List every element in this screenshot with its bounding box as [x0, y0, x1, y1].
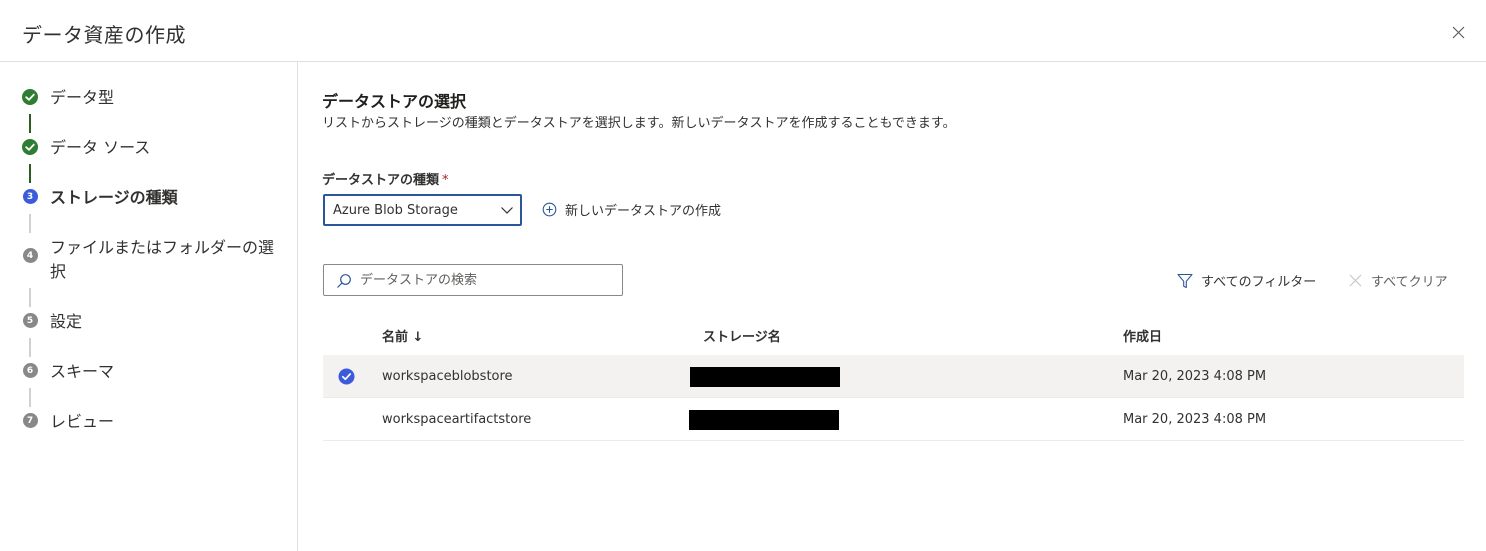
main-content: データストアの選択 リストからストレージの種類とデータストアを選択します。新しい… — [299, 62, 1486, 551]
search-input[interactable] — [360, 270, 615, 290]
column-header-created[interactable]: 作成日 — [1123, 326, 1162, 345]
cell-created: Mar 20, 2023 4:08 PM — [1123, 412, 1267, 427]
add-circle-icon — [542, 202, 557, 217]
redacted-storage-name — [690, 367, 840, 387]
section-title: データストアの選択 — [322, 92, 467, 111]
step-label: ファイルまたはフォルダーの選択 — [50, 238, 275, 281]
new-datastore-label: 新しいデータストアの作成 — [565, 204, 722, 219]
table-header: 名前 ↓ ストレージ名 作成日 — [323, 312, 1464, 355]
close-button[interactable] — [1446, 20, 1470, 44]
step-label: 設定 — [50, 312, 83, 331]
chevron-down-icon — [501, 207, 513, 214]
table-row[interactable]: workspaceartifactstore Mar 20, 2023 4:08… — [323, 398, 1464, 441]
step-connector — [29, 338, 31, 357]
column-header-storage[interactable]: ストレージ名 — [703, 326, 781, 345]
all-filters-button[interactable]: すべてのフィルター — [1177, 271, 1316, 290]
step-connector — [29, 164, 31, 183]
clear-all-button[interactable]: すべてクリア — [1349, 271, 1448, 290]
step-number-badge: 5 — [22, 313, 38, 328]
column-header-name[interactable]: 名前 ↓ — [382, 326, 423, 345]
check-circle-icon — [22, 139, 38, 155]
table-row[interactable]: workspaceblobstore Mar 20, 2023 4:08 PM — [323, 355, 1464, 398]
redacted-storage-name — [689, 410, 839, 430]
step-connector — [29, 288, 31, 307]
datastore-search-box — [323, 264, 623, 296]
step-label: データ ソース — [50, 138, 151, 157]
search-icon — [337, 274, 351, 288]
check-circle-icon — [22, 89, 38, 105]
step-number-badge: 3 — [22, 189, 38, 204]
step-schema[interactable]: 6 スキーマ — [22, 360, 280, 384]
step-label: ストレージの種類 — [50, 188, 178, 207]
clear-icon — [1349, 274, 1362, 287]
required-marker: * — [442, 173, 449, 188]
datastore-type-label-text: データストアの種類 — [322, 173, 440, 188]
step-data-type[interactable]: データ型 — [22, 86, 114, 110]
section-description: リストからストレージの種類とデータストアを選択します。新しいデータストアを作成す… — [322, 116, 956, 131]
dropdown-selected-value: Azure Blob Storage — [333, 203, 458, 218]
panel-header: データ資産の作成 — [0, 0, 1486, 62]
step-number-badge: 6 — [22, 363, 38, 378]
step-connector — [29, 388, 31, 407]
cell-name: workspaceartifactstore — [382, 412, 532, 427]
step-label: スキーマ — [50, 362, 115, 381]
step-label: レビュー — [50, 412, 115, 431]
step-number-badge: 7 — [22, 413, 38, 428]
all-filters-label: すべてのフィルター — [1201, 275, 1317, 290]
step-settings[interactable]: 5 設定 — [22, 310, 280, 334]
wizard-steps: データ型 データ ソース 3 ストレージの種類 4 ファイルまたはフォルダーの選… — [0, 62, 298, 551]
cell-created: Mar 20, 2023 4:08 PM — [1123, 369, 1267, 384]
filter-icon — [1177, 273, 1193, 288]
panel-title: データ資産の作成 — [22, 23, 186, 47]
step-connector — [29, 214, 31, 233]
step-review[interactable]: 7 レビュー — [22, 410, 280, 434]
datastore-type-dropdown[interactable]: Azure Blob Storage — [323, 194, 522, 226]
clear-all-label: すべてクリア — [1371, 275, 1448, 290]
new-datastore-button[interactable]: 新しいデータストアの作成 — [542, 200, 721, 219]
step-data-source[interactable]: データ ソース — [22, 136, 150, 160]
step-number-badge: 4 — [22, 248, 38, 263]
step-connector — [29, 114, 31, 133]
cell-name: workspaceblobstore — [382, 369, 513, 384]
datastore-type-label: データストアの種類 * — [322, 169, 449, 188]
step-file-or-folder[interactable]: 4 ファイルまたはフォルダーの選択 — [22, 236, 280, 284]
check-circle-icon[interactable] — [338, 368, 355, 385]
close-icon — [1452, 26, 1464, 38]
step-label: データ型 — [50, 88, 115, 107]
datastore-table: 名前 ↓ ストレージ名 作成日 workspaceblobstore Mar 2… — [323, 312, 1464, 441]
step-storage-type[interactable]: 3 ストレージの種類 — [22, 186, 178, 210]
